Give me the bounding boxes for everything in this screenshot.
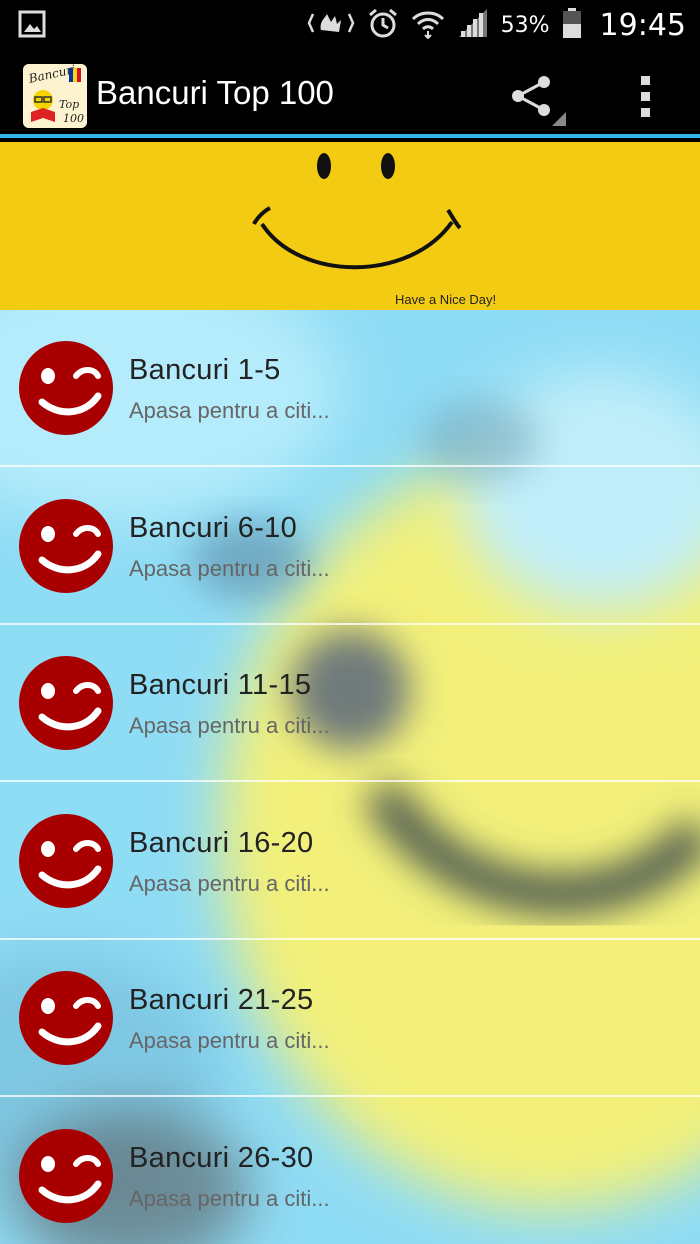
- list-item-title: Bancuri 11-15: [129, 669, 312, 701]
- gallery-notification-icon: [18, 10, 46, 42]
- list-item-subtitle: Apasa pentru a citi...: [129, 556, 330, 581]
- list-item-title: Bancuri 21-25: [129, 984, 314, 1016]
- winking-smiley-icon: [19, 971, 113, 1065]
- list-item[interactable]: Bancuri 6-10 Apasa pentru a citi...: [0, 468, 700, 625]
- banner-caption: Have a Nice Day!: [395, 292, 497, 307]
- app-title: Bancuri Top 100: [96, 74, 334, 111]
- clock: 19:45: [599, 7, 686, 43]
- signal-icon: [457, 7, 489, 43]
- smiley-face-icon: [252, 153, 462, 270]
- list-item-subtitle: Apasa pentru a citi...: [129, 871, 330, 896]
- svg-text:100: 100: [63, 112, 84, 125]
- winking-smiley-icon: [19, 656, 113, 750]
- list-item[interactable]: Bancuri 26-30 Apasa pentru a citi...: [0, 1098, 700, 1244]
- wifi-icon: [411, 7, 445, 43]
- winking-smiley-icon: [19, 499, 113, 593]
- share-button[interactable]: [506, 68, 566, 128]
- battery-icon: [562, 7, 582, 43]
- nfc-icon: [307, 8, 355, 42]
- share-icon: [512, 76, 566, 126]
- overflow-menu-icon: [641, 76, 650, 117]
- app-logo-icon[interactable]: Bancuri Top 100: [23, 64, 87, 128]
- winking-smiley-icon: [19, 341, 113, 435]
- list-item[interactable]: Bancuri 16-20 Apasa pentru a citi...: [0, 783, 700, 940]
- list-item-subtitle: Apasa pentru a citi...: [129, 713, 330, 738]
- list-item-subtitle: Apasa pentru a citi...: [129, 1186, 330, 1211]
- list-item[interactable]: Bancuri 21-25 Apasa pentru a citi...: [0, 940, 700, 1097]
- list-item-title: Bancuri 1-5: [129, 354, 281, 386]
- banner-image: Have a Nice Day!: [0, 142, 700, 310]
- winking-smiley-icon: [19, 814, 113, 908]
- list-item[interactable]: Bancuri 11-15 Apasa pentru a citi...: [0, 625, 700, 782]
- list-item-subtitle: Apasa pentru a citi...: [129, 398, 330, 423]
- list-item[interactable]: Bancuri 1-5 Apasa pentru a citi...: [0, 310, 700, 467]
- alarm-icon: [367, 7, 399, 43]
- svg-text:Top: Top: [59, 98, 79, 111]
- overflow-menu-button[interactable]: [630, 68, 660, 128]
- joke-list: Bancuri 1-5 Apasa pentru a citi... Bancuri…: [0, 310, 700, 1244]
- list-item-title: Bancuri 6-10: [129, 512, 298, 544]
- winking-smiley-icon: [19, 1129, 113, 1223]
- status-bar: 53% 19:45: [0, 0, 700, 50]
- list-item-title: Bancuri 26-30: [129, 1142, 314, 1174]
- list-item-title: Bancuri 16-20: [129, 827, 314, 859]
- list-item-subtitle: Apasa pentru a citi...: [129, 1028, 330, 1053]
- battery-percent: 53%: [500, 12, 550, 38]
- app-bar: Bancuri Top 100 Bancuri Top 100: [0, 50, 700, 138]
